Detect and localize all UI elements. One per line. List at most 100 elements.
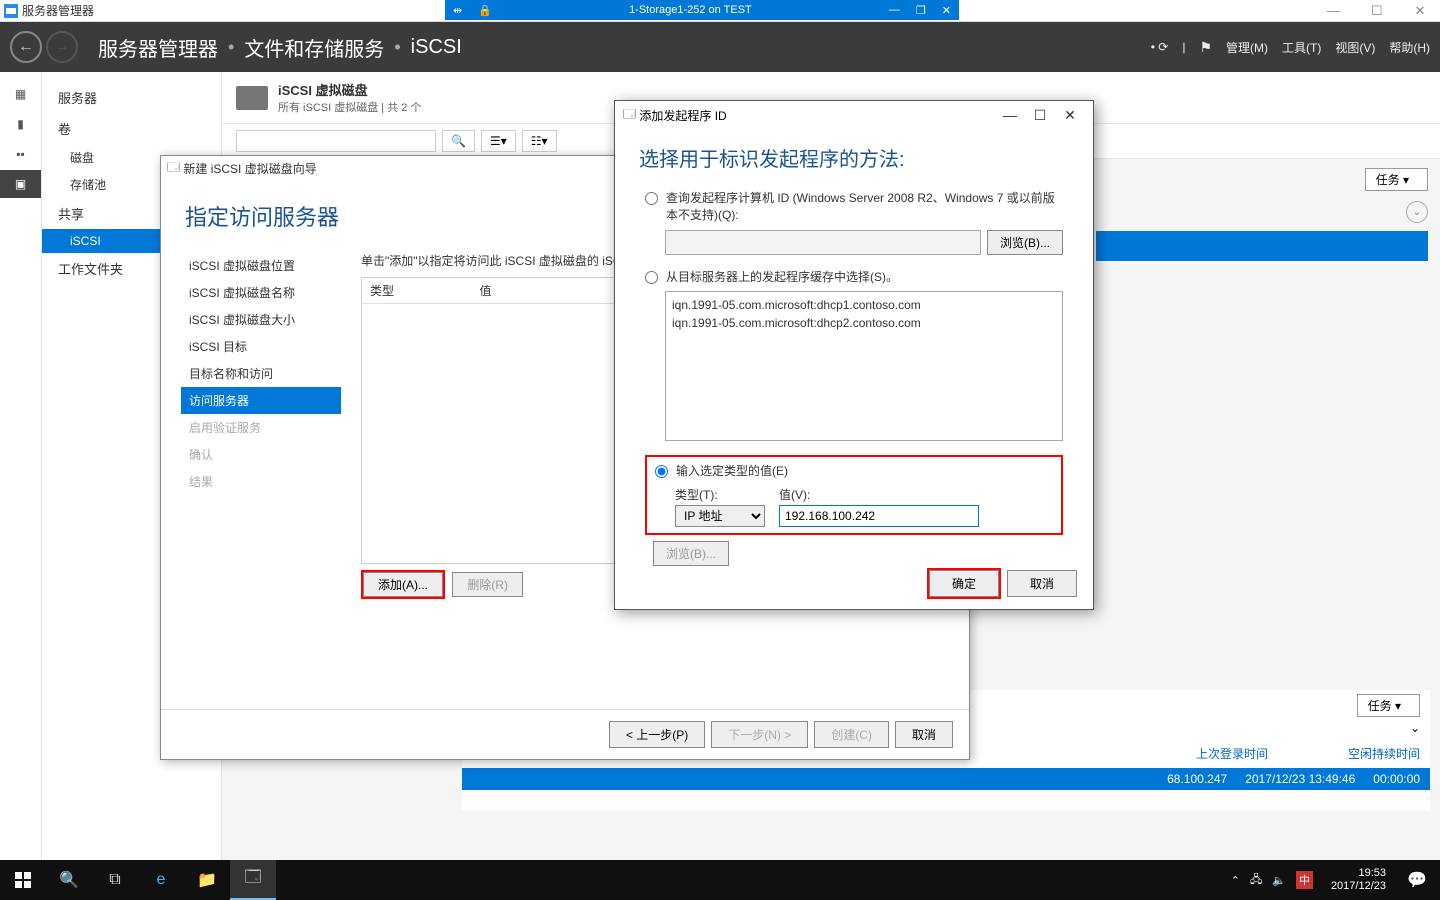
pin-icon[interactable]: ⇹ <box>445 4 470 17</box>
outer-minimize-button[interactable]: — <box>1313 3 1353 18</box>
breadcrumb-iscsi[interactable]: iSCSI <box>411 36 462 59</box>
step-target[interactable]: iSCSI 目标 <box>181 333 341 360</box>
section-title: iSCSI 虚拟磁盘 <box>278 80 421 99</box>
col-idle-time: 空闲持续时间 <box>1348 745 1420 762</box>
clock-date: 2017/12/23 <box>1331 880 1386 893</box>
step-access-servers[interactable]: 访问服务器 <box>181 387 341 414</box>
col-type[interactable]: 类型 <box>362 278 472 304</box>
outer-maximize-button[interactable]: ☐ <box>1357 3 1397 19</box>
search-icon[interactable]: 🔍 <box>442 130 475 152</box>
dlg-heading: 选择用于标识发起程序的方法: <box>615 129 1093 190</box>
remote-minimize-button[interactable]: — <box>881 4 908 16</box>
tray-up-icon[interactable]: ⌃ <box>1231 874 1240 887</box>
network-icon[interactable]: 🖧 <box>1250 871 1262 890</box>
ok-button[interactable]: 确定 <box>929 570 999 597</box>
cache-listbox[interactable]: iqn.1991-05.com.microsoft:dhcp1.contoso.… <box>665 291 1063 441</box>
remove-button: 删除(R) <box>452 572 523 597</box>
outer-close-button[interactable]: ✕ <box>1400 3 1440 19</box>
query-computer-input <box>665 230 981 255</box>
dashboard-icon[interactable]: ▦ <box>0 80 41 108</box>
filter-input[interactable] <box>236 130 436 152</box>
action-center-icon[interactable]: 💬 <box>1394 860 1440 900</box>
radio-cache[interactable] <box>645 271 658 284</box>
menu-help[interactable]: 帮助(H) <box>1389 39 1430 56</box>
sound-icon[interactable]: 🔈 <box>1272 874 1286 887</box>
system-tray[interactable]: ⌃ 🖧 🔈 中 <box>1221 871 1323 890</box>
dlg-maximize-button[interactable]: ☐ <box>1025 107 1055 124</box>
type-label: 类型(T): <box>675 486 765 503</box>
menu-manage[interactable]: 管理(M) <box>1226 39 1268 56</box>
dlg-cancel-button[interactable]: 取消 <box>1007 570 1077 597</box>
nav-back-button[interactable]: ← <box>10 31 42 63</box>
step-size[interactable]: iSCSI 虚拟磁盘大小 <box>181 306 341 333</box>
step-location[interactable]: iSCSI 虚拟磁盘位置 <box>181 252 341 279</box>
refresh-dropdown-icon[interactable]: • ⟳ <box>1151 40 1169 54</box>
type-select[interactable]: IP 地址 <box>675 505 765 527</box>
step-confirm: 确认 <box>181 441 341 468</box>
filter-icon[interactable]: ☰▾ <box>481 130 516 152</box>
menu-tools[interactable]: 工具(T) <box>1282 39 1321 56</box>
radio-query[interactable] <box>645 192 658 205</box>
browse-button-2: 浏览(B)... <box>653 541 729 566</box>
remote-title: 1-Storage1-252 on TEST <box>500 4 881 16</box>
dlg-minimize-button[interactable]: — <box>995 107 1025 123</box>
expand-icon[interactable]: ⌄ <box>1406 201 1428 223</box>
radio-enter-value[interactable] <box>655 465 668 478</box>
nav-servers[interactable]: 服务器 <box>42 82 221 113</box>
wizard-footer: < 上一步(P) 下一步(N) > 创建(C) 取消 <box>161 709 969 759</box>
cache-item[interactable]: iqn.1991-05.com.microsoft:dhcp1.contoso.… <box>672 296 1056 314</box>
option-cache[interactable]: 从目标服务器上的发起程序缓存中选择(S)。 <box>645 269 1063 286</box>
option-enter-value-box: 输入选定类型的值(E) 类型(T): IP 地址 值(V): <box>645 455 1063 535</box>
step-target-name[interactable]: 目标名称和访问 <box>181 360 341 387</box>
tasks-dropdown[interactable]: 任务 ▾ <box>1365 168 1428 191</box>
cache-item[interactable]: iqn.1991-05.com.microsoft:dhcp2.contoso.… <box>672 314 1056 332</box>
breadcrumb-root[interactable]: 服务器管理器 <box>98 33 218 62</box>
all-servers-icon[interactable]: ▪▪ <box>0 140 41 168</box>
add-initiator-dialog: 🗔 添加发起程序 ID — ☐ ✕ 选择用于标识发起程序的方法: 查询发起程序计… <box>614 100 1094 610</box>
servermanager-taskbar-icon[interactable]: 🗔 <box>230 860 276 900</box>
separator-icon: | <box>1182 40 1185 54</box>
remote-restore-button[interactable]: ❐ <box>908 4 934 17</box>
wizard-steps: iSCSI 虚拟磁盘位置 iSCSI 虚拟磁盘名称 iSCSI 虚拟磁盘大小 i… <box>161 242 341 709</box>
taskview-icon[interactable]: ⧉ <box>92 860 138 900</box>
value-input[interactable] <box>779 505 979 527</box>
dlg-titlebar[interactable]: 🗔 添加发起程序 ID — ☐ ✕ <box>615 101 1093 129</box>
breadcrumb-services[interactable]: 文件和存储服务 <box>244 33 384 62</box>
clock[interactable]: 19:53 2017/12/23 <box>1323 867 1394 893</box>
expand-icon-2[interactable]: ⌄ <box>1410 721 1420 735</box>
server-manager-toolbar: ← → 服务器管理器 • 文件和存储服务 • iSCSI • ⟳ | ⚑ 管理(… <box>0 22 1440 72</box>
option-enter-value[interactable]: 输入选定类型的值(E) <box>655 463 1053 480</box>
lock-icon: 🔒 <box>470 4 500 17</box>
flag-icon[interactable]: ⚑ <box>1199 39 1212 56</box>
start-button[interactable] <box>0 860 46 900</box>
local-server-icon[interactable]: ▮ <box>0 110 41 138</box>
icon-strip: ▦ ▮ ▪▪ ▣ <box>0 72 42 860</box>
chevron-right-icon: • <box>228 37 234 58</box>
outer-title: 服务器管理器 <box>22 2 94 19</box>
nav-forward-button[interactable]: → <box>46 31 78 63</box>
col-last-login: 上次登录时间 <box>1196 745 1268 762</box>
option-query-label: 查询发起程序计算机 ID (Windows Server 2008 R2、Win… <box>666 190 1063 224</box>
dlg-close-button[interactable]: ✕ <box>1055 107 1085 124</box>
menu-view[interactable]: 视图(V) <box>1335 39 1375 56</box>
step-name[interactable]: iSCSI 虚拟磁盘名称 <box>181 279 341 306</box>
search-icon[interactable]: 🔍 <box>46 860 92 900</box>
options-icon[interactable]: ☷▾ <box>522 130 557 152</box>
ime-indicator[interactable]: 中 <box>1296 871 1313 889</box>
explorer-icon[interactable]: 📁 <box>184 860 230 900</box>
add-button[interactable]: 添加(A)... <box>363 572 443 597</box>
target-row[interactable]: 68.100.247 2017/12/23 13:49:46 00:00:00 <box>462 768 1430 790</box>
prev-button[interactable]: < 上一步(P) <box>609 721 705 748</box>
tasks-dropdown-2[interactable]: 任务 ▾ <box>1357 694 1420 717</box>
cancel-button[interactable]: 取消 <box>895 721 953 748</box>
outer-window-controls: — ☐ ✕ <box>1313 3 1440 19</box>
ie-icon[interactable]: e <box>138 860 184 900</box>
create-button: 创建(C) <box>814 721 889 748</box>
browse-button-1[interactable]: 浏览(B)... <box>987 230 1063 255</box>
option-query[interactable]: 查询发起程序计算机 ID (Windows Server 2008 R2、Win… <box>645 190 1063 224</box>
remote-close-button[interactable]: ✕ <box>934 4 959 17</box>
selected-target-strip <box>1096 231 1428 261</box>
row-time: 2017/12/23 13:49:46 <box>1245 772 1355 786</box>
file-services-icon[interactable]: ▣ <box>0 170 41 198</box>
nav-volumes[interactable]: 卷 <box>42 113 221 144</box>
